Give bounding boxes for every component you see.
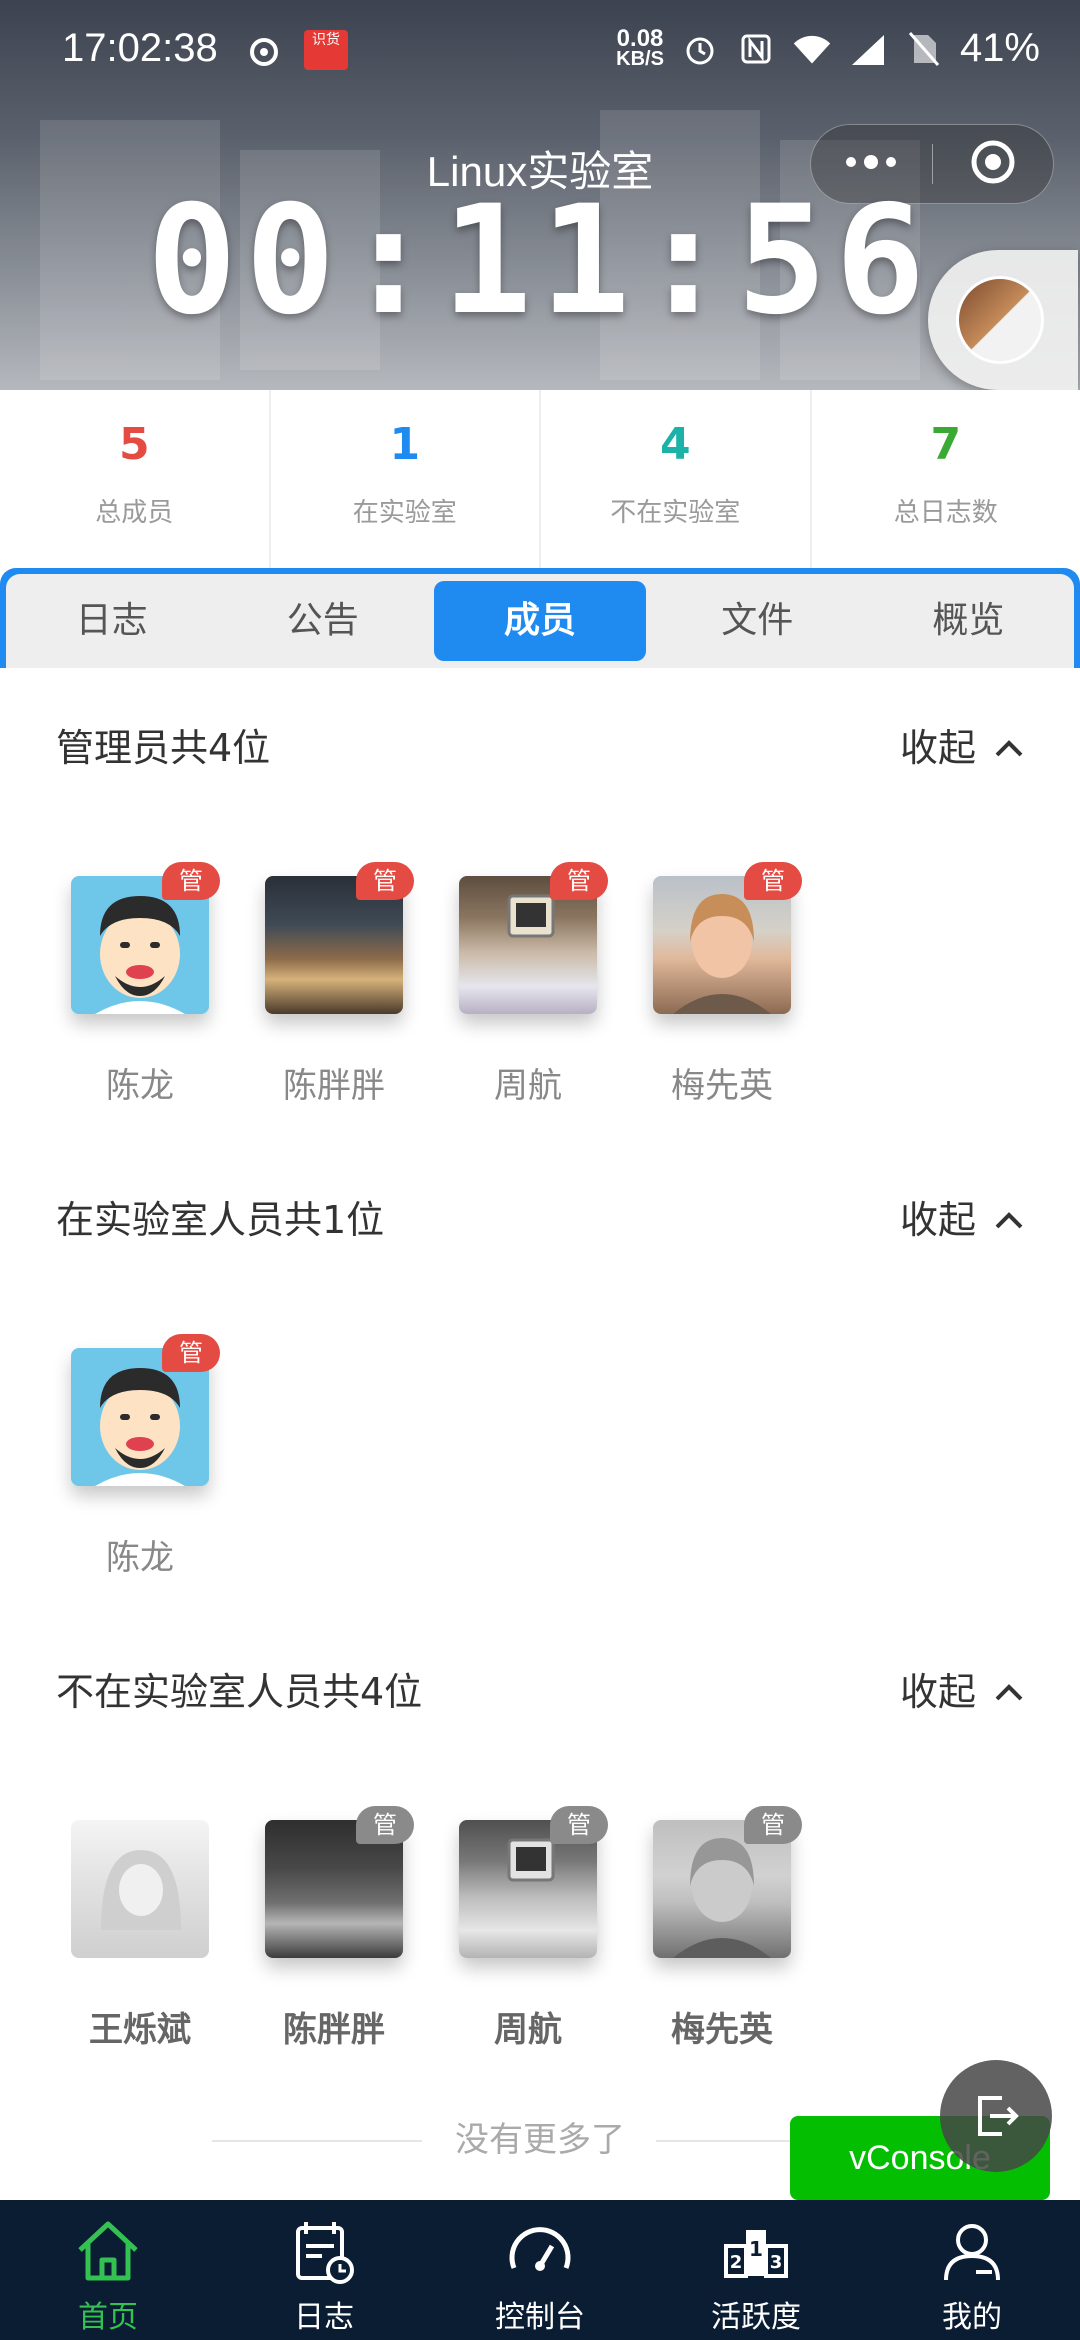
member-name: 梅先英 <box>671 1066 773 1106</box>
admin-badge: 管 <box>744 1806 802 1844</box>
member-name: 王烁斌 <box>89 2010 191 2050</box>
status-bar: 17:02:38 识货 0.08 KB/S 41% <box>0 0 1080 100</box>
collapse-button[interactable]: 收起 <box>900 1190 1024 1250</box>
member-card[interactable]: 管 梅先英 <box>632 1806 812 2051</box>
svg-text:1: 1 <box>749 2237 763 2261</box>
collapse-button[interactable]: 收起 <box>900 1662 1024 1722</box>
admin-badge: 管 <box>162 1334 220 1372</box>
member-card[interactable]: 管 周航 <box>438 862 618 1107</box>
shihuo-app-icon: 识货 <box>304 30 348 70</box>
alarm-icon <box>680 29 720 69</box>
section-title: 在实验室人员共1位 <box>56 1198 385 1242</box>
member-card[interactable]: 管 陈胖胖 <box>244 862 424 1107</box>
no-more-text: 没有更多了 <box>455 2120 625 2160</box>
member-name: 陈龙 <box>106 1538 174 1578</box>
svg-text:2: 2 <box>730 2252 743 2273</box>
member-card[interactable]: 管 陈胖胖 <box>244 1806 424 2051</box>
member-name: 周航 <box>494 2010 562 2050</box>
net-speed: 0.08 KB/S <box>616 24 664 70</box>
member-card[interactable]: 管 梅先英 <box>632 862 812 1107</box>
admin-badge: 管 <box>356 862 414 900</box>
nav-logs[interactable]: 日志 <box>216 2200 432 2340</box>
member-card[interactable]: 管 陈龙 <box>50 1334 230 1579</box>
nfc-icon <box>736 29 776 69</box>
section-title: 管理员共4位 <box>56 726 271 770</box>
floating-avatar-image <box>956 276 1044 364</box>
tab-announcements[interactable]: 公告 <box>217 581 428 661</box>
admin-badge: 管 <box>550 1806 608 1844</box>
chevron-up-icon <box>995 1212 1023 1229</box>
session-timer: 00:11:56 <box>146 174 934 348</box>
tab-bar: 日志 公告 成员 文件 概览 <box>0 568 1080 668</box>
more-dots-icon <box>843 154 899 174</box>
signal-icon <box>848 29 888 69</box>
admin-badge: 管 <box>356 1806 414 1844</box>
floating-avatar-button[interactable] <box>928 250 1078 390</box>
out-lab-section-header: 不在实验室人员共4位 收起 <box>0 1662 1080 1722</box>
battery-text: 41% <box>959 26 1040 70</box>
target-close-icon <box>969 138 1017 190</box>
nav-home[interactable]: 首页 <box>0 2200 216 2340</box>
home-icon <box>78 2221 138 2281</box>
section-title: 不在实验室人员共4位 <box>56 1670 423 1714</box>
nav-console[interactable]: 控制台 <box>432 2200 648 2340</box>
app-page: 17:02:38 识货 0.08 KB/S 41% Linux实验室 00:11… <box>0 0 1080 2340</box>
tab-logs[interactable]: 日志 <box>6 581 217 661</box>
admin-badge: 管 <box>744 862 802 900</box>
no-sim-icon <box>904 29 944 69</box>
chevron-up-icon <box>995 1684 1023 1701</box>
member-card[interactable]: 王烁斌 <box>50 1820 230 2051</box>
exit-lab-button[interactable] <box>940 2060 1052 2172</box>
in-lab-section-header: 在实验室人员共1位 收起 <box>0 1190 1080 1250</box>
tab-members[interactable]: 成员 <box>434 581 646 661</box>
status-indicators: 0.08 KB/S 41% <box>616 26 1040 71</box>
member-name: 周航 <box>494 1066 562 1106</box>
stat-not-in-lab[interactable]: 4 不在实验室 <box>541 390 812 568</box>
status-time: 17:02:38 <box>62 26 218 70</box>
member-name: 陈胖胖 <box>283 2010 385 2050</box>
divider-line <box>212 2140 422 2142</box>
member-name: 梅先英 <box>671 2010 773 2050</box>
header-banner: 17:02:38 识货 0.08 KB/S 41% Linux实验室 00:11… <box>0 0 1080 390</box>
nav-profile[interactable]: 我的 <box>864 2200 1080 2340</box>
svg-text:3: 3 <box>770 2252 783 2273</box>
user-profile-icon <box>944 2224 1000 2281</box>
weibo-icon <box>246 32 282 72</box>
log-calendar-icon <box>296 2222 354 2284</box>
member-card[interactable]: 管 周航 <box>438 1806 618 2051</box>
admins-section-header: 管理员共4位 收起 <box>0 718 1080 778</box>
podium-ranking-icon: 213 <box>724 2230 788 2278</box>
admin-badge: 管 <box>550 862 608 900</box>
stat-total-logs[interactable]: 7 总日志数 <box>812 390 1080 568</box>
bottom-navigation: 首页 日志 控制台 213 活跃度 我的 <box>0 2200 1080 2340</box>
admin-badge: 管 <box>162 862 220 900</box>
dashboard-gauge-icon <box>509 2227 571 2271</box>
nav-activity[interactable]: 213 活跃度 <box>648 2200 864 2340</box>
exit-icon <box>978 2096 1019 2136</box>
member-name: 陈龙 <box>106 1066 174 1106</box>
chevron-up-icon <box>995 740 1023 757</box>
avatar <box>71 1820 209 1958</box>
stat-in-lab[interactable]: 1 在实验室 <box>271 390 541 568</box>
stats-bar: 5 总成员 1 在实验室 4 不在实验室 7 总日志数 <box>0 390 1080 568</box>
member-card[interactable]: 管 陈龙 <box>50 862 230 1107</box>
stat-total-members[interactable]: 5 总成员 <box>0 390 271 568</box>
wifi-icon <box>792 29 832 69</box>
tab-overview[interactable]: 概览 <box>863 581 1074 661</box>
tab-files[interactable]: 文件 <box>652 581 863 661</box>
collapse-button[interactable]: 收起 <box>900 718 1024 778</box>
member-name: 陈胖胖 <box>283 1066 385 1106</box>
